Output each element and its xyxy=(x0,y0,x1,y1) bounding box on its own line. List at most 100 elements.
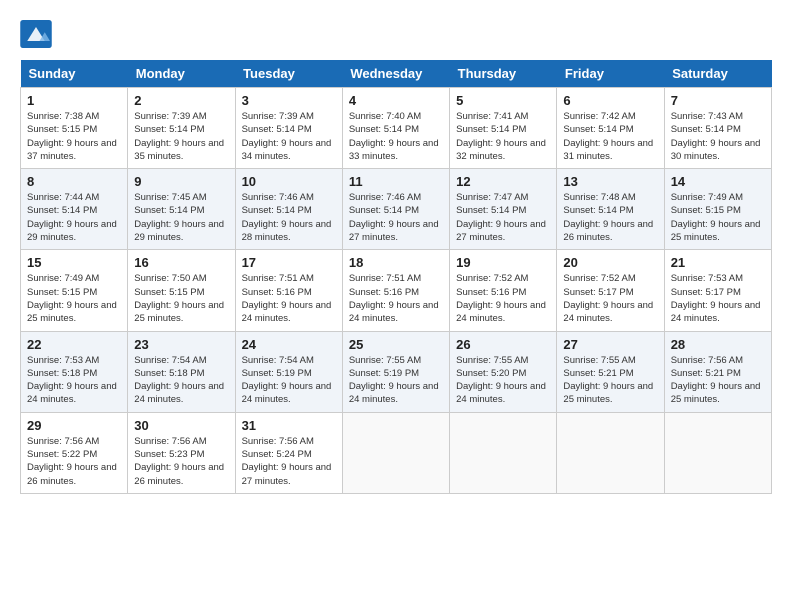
calendar-cell: 20Sunrise: 7:52 AMSunset: 5:17 PMDayligh… xyxy=(557,250,664,331)
day-info: Sunrise: 7:56 AMSunset: 5:24 PMDaylight:… xyxy=(242,435,336,488)
day-number: 3 xyxy=(242,93,336,108)
day-info: Sunrise: 7:42 AMSunset: 5:14 PMDaylight:… xyxy=(563,110,657,163)
day-number: 18 xyxy=(349,255,443,270)
day-info: Sunrise: 7:44 AMSunset: 5:14 PMDaylight:… xyxy=(27,191,121,244)
day-number: 9 xyxy=(134,174,228,189)
calendar-table: SundayMondayTuesdayWednesdayThursdayFrid… xyxy=(20,60,772,494)
day-number: 7 xyxy=(671,93,765,108)
calendar-week-row: 22Sunrise: 7:53 AMSunset: 5:18 PMDayligh… xyxy=(21,331,772,412)
day-info: Sunrise: 7:56 AMSunset: 5:21 PMDaylight:… xyxy=(671,354,765,407)
day-number: 24 xyxy=(242,337,336,352)
day-number: 20 xyxy=(563,255,657,270)
calendar-cell: 3 Sunrise: 7:39 AMSunset: 5:14 PMDaylight… xyxy=(235,88,342,169)
calendar-cell: 25 Sunrise: 7:55 AMSunset: 5:19 PMDayligh… xyxy=(342,331,449,412)
calendar-cell: 5 Sunrise: 7:41 AMSunset: 5:14 PMDaylight… xyxy=(450,88,557,169)
calendar-week-row: 29 Sunrise: 7:56 AMSunset: 5:22 PMDayligh… xyxy=(21,412,772,493)
calendar-cell: 17 Sunrise: 7:51 AMSunset: 5:16 PMDayligh… xyxy=(235,250,342,331)
logo-icon xyxy=(20,20,52,48)
day-info: Sunrise: 7:54 AMSunset: 5:19 PMDaylight:… xyxy=(242,354,336,407)
day-info: Sunrise: 7:39 AMSunset: 5:14 PMDaylight:… xyxy=(134,110,228,163)
calendar-cell: 2 Sunrise: 7:39 AMSunset: 5:14 PMDaylight… xyxy=(128,88,235,169)
day-info: Sunrise: 7:55 AMSunset: 5:19 PMDaylight:… xyxy=(349,354,443,407)
day-number: 1 xyxy=(27,93,121,108)
day-info: Sunrise: 7:46 AMSunset: 5:14 PMDaylight:… xyxy=(242,191,336,244)
day-info: Sunrise: 7:39 AMSunset: 5:14 PMDaylight:… xyxy=(242,110,336,163)
calendar-week-row: 8Sunrise: 7:44 AMSunset: 5:14 PMDaylight… xyxy=(21,169,772,250)
day-info: Sunrise: 7:47 AMSunset: 5:14 PMDaylight:… xyxy=(456,191,550,244)
day-number: 21 xyxy=(671,255,765,270)
day-info: Sunrise: 7:45 AMSunset: 5:14 PMDaylight:… xyxy=(134,191,228,244)
calendar-cell: 22Sunrise: 7:53 AMSunset: 5:18 PMDayligh… xyxy=(21,331,128,412)
calendar-cell: 11 Sunrise: 7:46 AMSunset: 5:14 PMDayligh… xyxy=(342,169,449,250)
day-info: Sunrise: 7:52 AMSunset: 5:16 PMDaylight:… xyxy=(456,272,550,325)
day-info: Sunrise: 7:48 AMSunset: 5:14 PMDaylight:… xyxy=(563,191,657,244)
calendar-cell: 4 Sunrise: 7:40 AMSunset: 5:14 PMDaylight… xyxy=(342,88,449,169)
day-info: Sunrise: 7:46 AMSunset: 5:14 PMDaylight:… xyxy=(349,191,443,244)
day-number: 23 xyxy=(134,337,228,352)
calendar-cell: 29 Sunrise: 7:56 AMSunset: 5:22 PMDayligh… xyxy=(21,412,128,493)
day-number: 29 xyxy=(27,418,121,433)
weekday-header-row: SundayMondayTuesdayWednesdayThursdayFrid… xyxy=(21,60,772,88)
calendar-cell: 26 Sunrise: 7:55 AMSunset: 5:20 PMDayligh… xyxy=(450,331,557,412)
day-number: 25 xyxy=(349,337,443,352)
day-info: Sunrise: 7:40 AMSunset: 5:14 PMDaylight:… xyxy=(349,110,443,163)
day-info: Sunrise: 7:49 AMSunset: 5:15 PMDaylight:… xyxy=(671,191,765,244)
day-number: 12 xyxy=(456,174,550,189)
day-number: 17 xyxy=(242,255,336,270)
day-number: 13 xyxy=(563,174,657,189)
day-info: Sunrise: 7:54 AMSunset: 5:18 PMDaylight:… xyxy=(134,354,228,407)
weekday-header-saturday: Saturday xyxy=(664,60,771,88)
day-number: 28 xyxy=(671,337,765,352)
day-number: 6 xyxy=(563,93,657,108)
day-info: Sunrise: 7:56 AMSunset: 5:23 PMDaylight:… xyxy=(134,435,228,488)
calendar-cell: 19 Sunrise: 7:52 AMSunset: 5:16 PMDayligh… xyxy=(450,250,557,331)
calendar-cell: 9 Sunrise: 7:45 AMSunset: 5:14 PMDaylight… xyxy=(128,169,235,250)
day-number: 11 xyxy=(349,174,443,189)
day-number: 26 xyxy=(456,337,550,352)
calendar-cell: 21Sunrise: 7:53 AMSunset: 5:17 PMDayligh… xyxy=(664,250,771,331)
day-number: 31 xyxy=(242,418,336,433)
logo xyxy=(20,20,56,48)
day-number: 15 xyxy=(27,255,121,270)
day-number: 14 xyxy=(671,174,765,189)
day-info: Sunrise: 7:55 AMSunset: 5:21 PMDaylight:… xyxy=(563,354,657,407)
day-info: Sunrise: 7:41 AMSunset: 5:14 PMDaylight:… xyxy=(456,110,550,163)
calendar-cell xyxy=(664,412,771,493)
calendar-cell xyxy=(557,412,664,493)
calendar-cell xyxy=(342,412,449,493)
calendar-cell: 31 Sunrise: 7:56 AMSunset: 5:24 PMDayligh… xyxy=(235,412,342,493)
day-info: Sunrise: 7:55 AMSunset: 5:20 PMDaylight:… xyxy=(456,354,550,407)
weekday-header-wednesday: Wednesday xyxy=(342,60,449,88)
day-number: 16 xyxy=(134,255,228,270)
calendar-cell: 8Sunrise: 7:44 AMSunset: 5:14 PMDaylight… xyxy=(21,169,128,250)
day-number: 30 xyxy=(134,418,228,433)
day-info: Sunrise: 7:51 AMSunset: 5:16 PMDaylight:… xyxy=(349,272,443,325)
page-header xyxy=(20,20,772,48)
day-info: Sunrise: 7:51 AMSunset: 5:16 PMDaylight:… xyxy=(242,272,336,325)
day-info: Sunrise: 7:56 AMSunset: 5:22 PMDaylight:… xyxy=(27,435,121,488)
calendar-cell: 15 Sunrise: 7:49 AMSunset: 5:15 PMDayligh… xyxy=(21,250,128,331)
day-number: 19 xyxy=(456,255,550,270)
calendar-cell: 18 Sunrise: 7:51 AMSunset: 5:16 PMDayligh… xyxy=(342,250,449,331)
calendar-cell: 1 Sunrise: 7:38 AMSunset: 5:15 PMDaylight… xyxy=(21,88,128,169)
calendar-cell: 14 Sunrise: 7:49 AMSunset: 5:15 PMDayligh… xyxy=(664,169,771,250)
day-number: 4 xyxy=(349,93,443,108)
calendar-cell: 27Sunrise: 7:55 AMSunset: 5:21 PMDayligh… xyxy=(557,331,664,412)
calendar-week-row: 15 Sunrise: 7:49 AMSunset: 5:15 PMDayligh… xyxy=(21,250,772,331)
day-info: Sunrise: 7:38 AMSunset: 5:15 PMDaylight:… xyxy=(27,110,121,163)
calendar-cell: 7Sunrise: 7:43 AMSunset: 5:14 PMDaylight… xyxy=(664,88,771,169)
day-info: Sunrise: 7:49 AMSunset: 5:15 PMDaylight:… xyxy=(27,272,121,325)
day-number: 5 xyxy=(456,93,550,108)
calendar-cell: 23 Sunrise: 7:54 AMSunset: 5:18 PMDayligh… xyxy=(128,331,235,412)
calendar-cell: 6 Sunrise: 7:42 AMSunset: 5:14 PMDaylight… xyxy=(557,88,664,169)
weekday-header-thursday: Thursday xyxy=(450,60,557,88)
day-info: Sunrise: 7:50 AMSunset: 5:15 PMDaylight:… xyxy=(134,272,228,325)
calendar-cell: 13 Sunrise: 7:48 AMSunset: 5:14 PMDayligh… xyxy=(557,169,664,250)
weekday-header-monday: Monday xyxy=(128,60,235,88)
calendar-cell xyxy=(450,412,557,493)
day-number: 22 xyxy=(27,337,121,352)
calendar-cell: 30 Sunrise: 7:56 AMSunset: 5:23 PMDayligh… xyxy=(128,412,235,493)
calendar-cell: 16 Sunrise: 7:50 AMSunset: 5:15 PMDayligh… xyxy=(128,250,235,331)
calendar-cell: 24 Sunrise: 7:54 AMSunset: 5:19 PMDayligh… xyxy=(235,331,342,412)
day-number: 2 xyxy=(134,93,228,108)
